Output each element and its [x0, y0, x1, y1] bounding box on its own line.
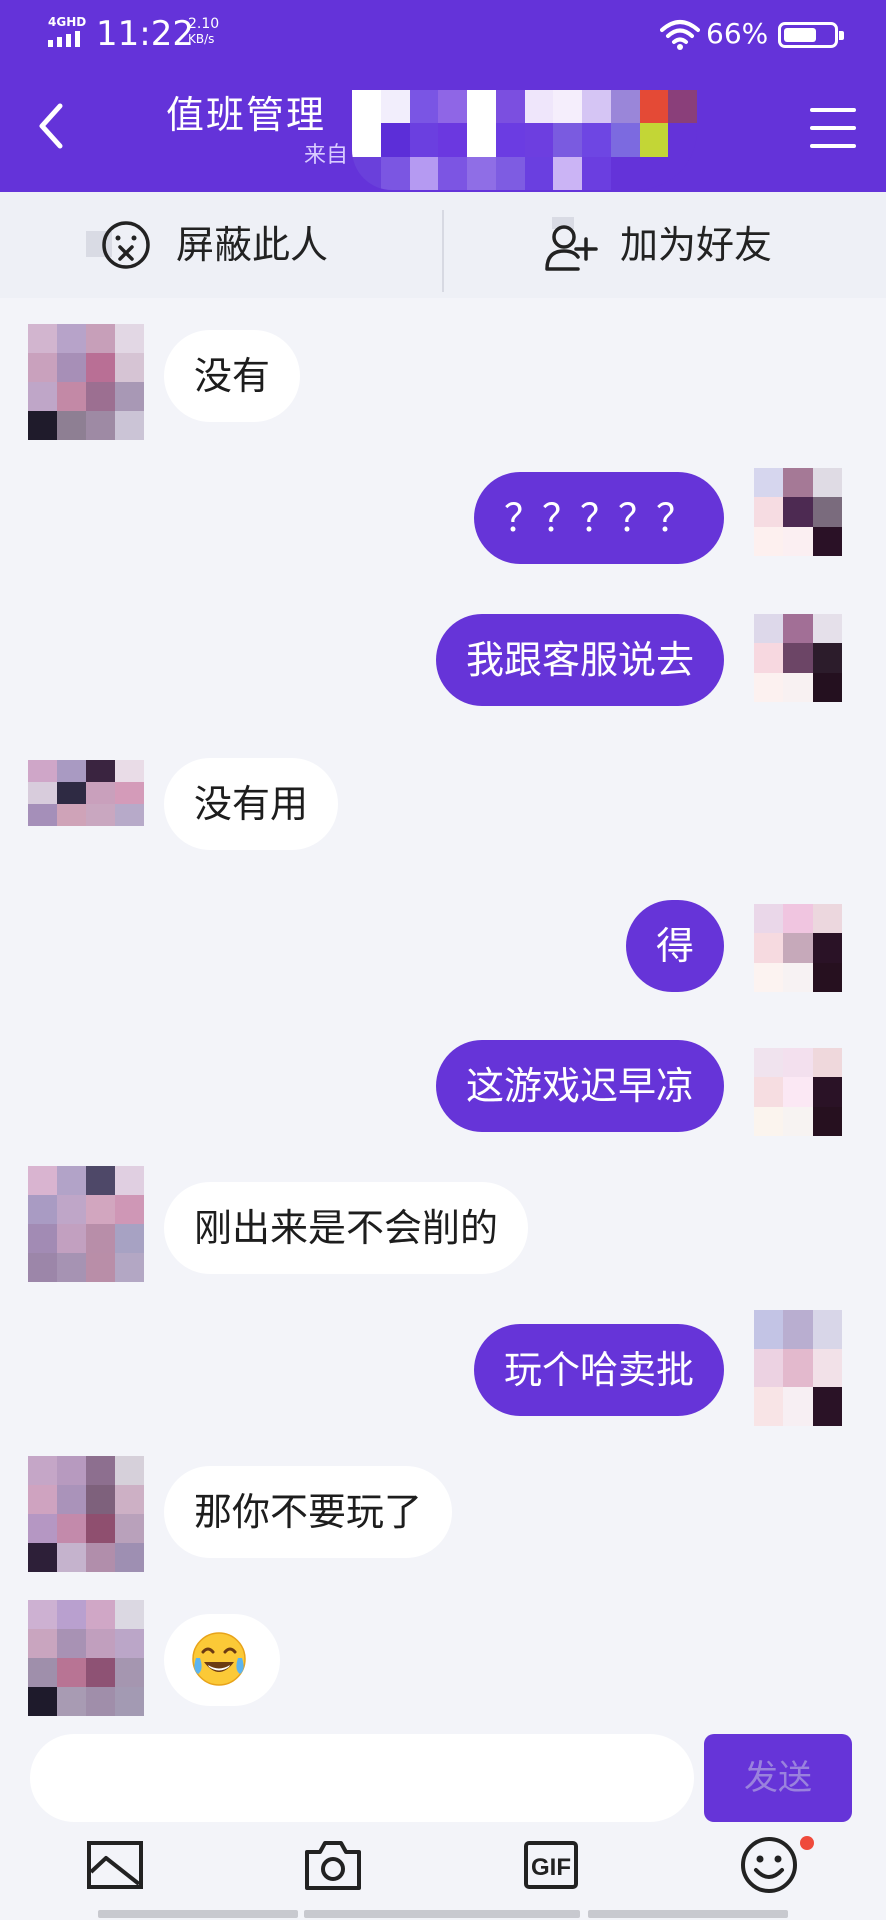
block-user-label: 屏蔽此人	[176, 223, 329, 267]
avatar[interactable]	[28, 1166, 144, 1282]
composer-toolbar: GIF	[0, 1834, 886, 1906]
avatar[interactable]	[28, 1600, 144, 1716]
message-bubble[interactable]: 没有	[164, 330, 301, 422]
avatar[interactable]	[754, 614, 842, 702]
chevron-left-icon[interactable]	[30, 98, 74, 154]
redacted-name-mosaic	[352, 90, 697, 190]
avatar[interactable]	[754, 904, 842, 992]
message-bubble[interactable]: 玩个哈卖批	[473, 1324, 724, 1416]
image-icon[interactable]	[84, 1834, 146, 1896]
signal-icon	[48, 31, 84, 47]
message-bubble[interactable]: 没有用	[164, 758, 339, 850]
gif-label: GIF	[531, 1854, 571, 1881]
speed-unit: KB/s	[188, 32, 215, 46]
message-bubble[interactable]: 那你不要玩了	[164, 1466, 453, 1558]
avatar[interactable]	[754, 1048, 842, 1136]
divider	[442, 210, 444, 292]
top-bar: 4GHD 11:22 2.10 KB/s 66% 值班管理 来自	[0, 0, 886, 192]
page-title: 值班管理	[166, 93, 327, 137]
avatar[interactable]	[28, 760, 144, 848]
tears-of-joy-emoji-icon	[192, 1632, 246, 1686]
contact-action-bar: 屏蔽此人 加为好友	[0, 192, 886, 298]
wifi-icon	[660, 20, 700, 50]
page-subtitle: 来自	[304, 143, 349, 168]
message-bubble[interactable]: ？？？？？	[473, 472, 724, 564]
send-button[interactable]: 发送	[704, 1734, 852, 1822]
message-bubble[interactable]: 得	[625, 900, 724, 992]
battery-fill	[784, 28, 816, 42]
battery-icon	[778, 22, 844, 48]
avatar[interactable]	[28, 1456, 144, 1572]
battery-percent: 66%	[706, 17, 769, 50]
emoji-smile-icon[interactable]	[738, 1834, 800, 1896]
avatar[interactable]	[754, 1310, 842, 1426]
network-speed: 2.10 KB/s	[188, 17, 219, 47]
clock: 11:22	[96, 14, 194, 54]
message-bubble[interactable]: 我跟客服说去	[435, 614, 724, 706]
message-input[interactable]	[30, 1734, 694, 1822]
block-user-button[interactable]: 屏蔽此人	[86, 192, 328, 298]
status-bar: 4GHD 11:22 2.10 KB/s 66%	[0, 0, 886, 72]
camera-icon[interactable]	[302, 1834, 364, 1896]
blocked-face-icon	[86, 221, 150, 269]
gif-icon[interactable]: GIF	[520, 1834, 582, 1896]
notification-dot	[800, 1836, 814, 1850]
speed-value: 2.10	[188, 16, 220, 32]
avatar[interactable]	[28, 324, 144, 440]
message-bubble[interactable]: 刚出来是不会削的	[164, 1182, 529, 1274]
add-user-icon	[545, 217, 598, 271]
message-bubble[interactable]: 这游戏迟早凉	[435, 1040, 724, 1132]
add-friend-button[interactable]: 加为好友	[544, 192, 772, 298]
avatar[interactable]	[754, 468, 842, 556]
hamburger-menu-icon[interactable]	[810, 108, 856, 148]
network-type: 4GHD	[48, 15, 87, 29]
add-friend-label: 加为好友	[620, 223, 773, 267]
nav-header: 值班管理 来自	[0, 72, 886, 192]
bottom-indicator	[0, 1910, 886, 1920]
